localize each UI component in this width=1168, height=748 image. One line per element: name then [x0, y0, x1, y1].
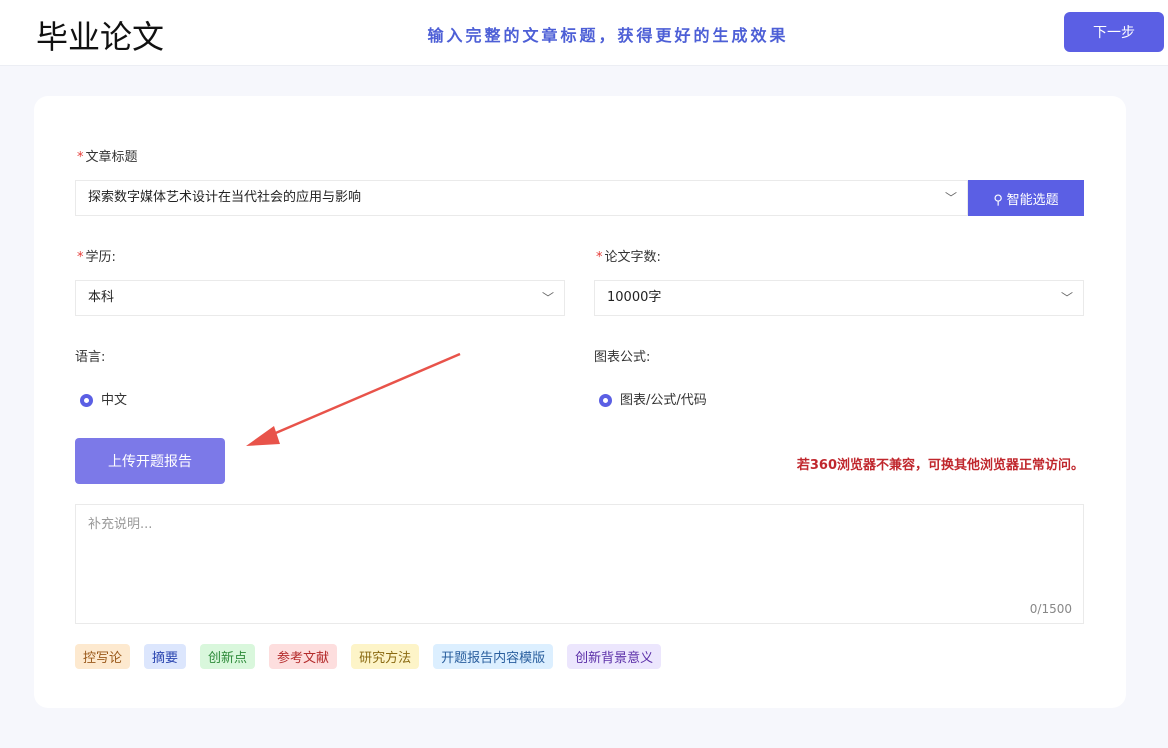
header: 毕业论文 输入完整的文章标题，获得更好的生成效果 下一步	[0, 0, 1168, 66]
degree-select[interactable]: 本科 ﹀	[75, 280, 565, 316]
words-value: 10000字	[607, 290, 662, 305]
upload-proposal-button[interactable]: 上传开题报告	[75, 438, 225, 484]
header-hint: 输入完整的文章标题，获得更好的生成效果	[427, 26, 789, 45]
form-card: * 文章标题 探索数字媒体艺术设计在当代社会的应用与影响 ﹀ ⚲ 智能选题 * 学历:…	[34, 96, 1126, 708]
arrow-annotation-icon	[246, 352, 461, 446]
char-count: 0/1500	[1029, 602, 1072, 616]
magic-wand-icon: ⚲	[993, 191, 1007, 207]
tag-chip[interactable]: 创新点	[200, 644, 256, 669]
language-radio-chinese[interactable]: 中文	[80, 389, 127, 408]
degree-value: 本科	[88, 290, 115, 305]
title-label-text: 文章标题	[85, 150, 138, 165]
title-label: * 文章标题	[77, 150, 138, 165]
smart-topic-button[interactable]: ⚲ 智能选题	[968, 180, 1084, 216]
radio-checked-icon	[599, 394, 612, 407]
language-option: 中文	[101, 393, 128, 408]
tag-chip[interactable]: 研究方法	[351, 644, 420, 669]
words-label-text: 论文字数:	[604, 250, 661, 265]
language-label: 语言:	[75, 350, 106, 365]
chart-option: 图表/公式/代码	[620, 393, 707, 408]
title-select[interactable]: 探索数字媒体艺术设计在当代社会的应用与影响 ﹀	[75, 180, 968, 216]
tag-chip[interactable]: 控写论	[75, 644, 131, 669]
tag-chip[interactable]: 摘要	[144, 644, 187, 669]
chevron-down-icon: ﹀	[541, 291, 554, 305]
words-select[interactable]: 10000字 ﹀	[594, 280, 1084, 316]
words-label: * 论文字数:	[596, 250, 661, 265]
next-step-button[interactable]: 下一步	[1064, 12, 1164, 52]
chart-radio[interactable]: 图表/公式/代码	[599, 389, 707, 408]
radio-checked-icon	[80, 394, 93, 407]
tag-chip[interactable]: 开题报告内容模版	[433, 644, 554, 669]
chevron-down-icon: ﹀	[944, 191, 957, 205]
smart-topic-label: 智能选题	[1006, 191, 1059, 207]
tag-list: 控写论 摘要 创新点 参考文献 研究方法 开题报告内容模版 创新背景意义	[75, 644, 662, 669]
tag-chip[interactable]: 创新背景意义	[567, 644, 662, 669]
degree-label: * 学历:	[77, 250, 116, 265]
degree-label-text: 学历:	[85, 250, 116, 265]
chevron-down-icon: ﹀	[1060, 291, 1073, 305]
browser-warning: 若360浏览器不兼容，可换其他浏览器正常访问。	[796, 458, 1084, 473]
notes-textarea[interactable]	[75, 504, 1084, 624]
tag-chip[interactable]: 参考文献	[269, 644, 338, 669]
chart-label: 图表公式:	[594, 350, 651, 365]
title-value: 探索数字媒体艺术设计在当代社会的应用与影响	[88, 190, 362, 205]
